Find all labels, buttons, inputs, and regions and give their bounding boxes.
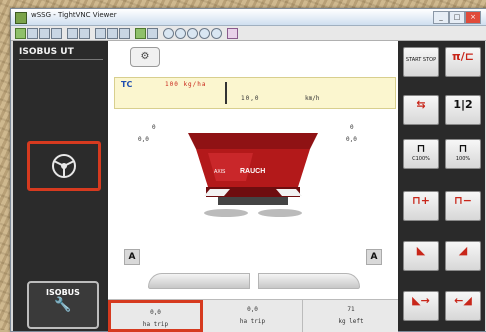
zoom-in-icon[interactable] xyxy=(163,28,174,39)
section-softkey[interactable]: ⇆ xyxy=(403,95,439,125)
left-spread-pattern xyxy=(148,273,250,289)
softkey-panel: START STOP π/⊏ ⇆ 1|2 ⊓ C100% ⊓ 100% ⊓+ ⊓… xyxy=(401,41,485,331)
zoom-out-icon[interactable] xyxy=(175,28,186,39)
border-left-icon: ⊓ xyxy=(416,142,426,155)
rate-minus-softkey[interactable]: ⊓− xyxy=(445,191,481,221)
start-stop-softkey[interactable]: START STOP xyxy=(403,47,439,77)
steering-wheel-icon xyxy=(52,154,76,178)
shift-left-softkey[interactable]: ◣→ xyxy=(403,291,439,321)
spreader-main-view: ⚙ TC 100 kg/ha 10,0 km/h 0 0,0 0 0,0 RAU… xyxy=(108,41,398,332)
ctrl-alt-del-icon[interactable] xyxy=(95,28,106,39)
shift-right-softkey[interactable]: ←◢ xyxy=(445,291,481,321)
isobus-settings-button[interactable]: ISOBUS 🔧 xyxy=(27,281,99,329)
zoom-fit-icon[interactable] xyxy=(199,28,210,39)
counter-bar: 0,0 ha trip 0,0 ha trip 71 kg left xyxy=(108,299,398,332)
new-connection-icon[interactable] xyxy=(15,28,26,39)
remaining-counter[interactable]: 71 kg left xyxy=(302,300,399,332)
mask-select-button[interactable] xyxy=(27,141,101,191)
close-button[interactable]: × xyxy=(465,11,481,24)
right-spread-pattern xyxy=(258,273,360,289)
alt-icon[interactable] xyxy=(119,28,130,39)
spreader-model: RAUCH xyxy=(240,168,265,175)
ctrl-icon[interactable] xyxy=(107,28,118,39)
right-readout-bottom: 0,0 xyxy=(346,136,357,143)
softkey-label: 100% xyxy=(455,156,471,162)
plus-left-icon: ⊓+ xyxy=(412,194,430,207)
panel-title: ISOBUS UT xyxy=(19,47,74,57)
right-rate-mode: A xyxy=(366,249,382,265)
counter-value: 0,0 xyxy=(247,306,258,313)
tc-divider xyxy=(225,82,227,104)
trip-counter-1[interactable]: 0,0 ha trip xyxy=(108,300,203,332)
ramp-right-softkey[interactable]: ◢ xyxy=(445,241,481,271)
divider xyxy=(19,59,103,60)
counter-value: 71 xyxy=(347,306,355,313)
1-2-icon: 1|2 xyxy=(453,98,473,111)
application-rate: 100 kg/ha xyxy=(165,81,207,88)
minimize-button[interactable]: _ xyxy=(433,11,449,24)
left-panel: ISOBUS UT ISOBUS 🔧 xyxy=(13,41,105,331)
speed-unit: km/h xyxy=(305,95,320,102)
spreader-graphic: RAUCH AXIS xyxy=(188,133,318,217)
zoom-auto-icon[interactable] xyxy=(211,28,222,39)
softkey-label: START STOP xyxy=(405,57,437,63)
info-icon[interactable] xyxy=(51,28,62,39)
spreader-disc-icon[interactable]: ⚙ xyxy=(130,47,160,67)
section-icon: ⇆ xyxy=(416,98,426,111)
fullscreen-icon[interactable] xyxy=(227,28,238,39)
ramp-left-softkey[interactable]: ◣ xyxy=(403,241,439,271)
zoom-100-icon[interactable] xyxy=(187,28,198,39)
refresh-icon[interactable] xyxy=(79,28,90,39)
counter-label: ha trip xyxy=(239,318,266,325)
maximize-button[interactable]: □ xyxy=(449,11,465,24)
task-controller-strip: TC 100 kg/ha 10,0 km/h xyxy=(114,77,396,109)
window-icon[interactable] xyxy=(147,28,158,39)
border-left-softkey[interactable]: ⊓ C100% xyxy=(403,139,439,169)
ramp-left-icon: ◣ xyxy=(416,244,426,257)
window-title: wSSG - TightVNC Viewer xyxy=(31,11,117,19)
pause-icon[interactable] xyxy=(67,28,78,39)
counter-label: ha trip xyxy=(142,321,169,328)
counter-label: kg left xyxy=(338,318,364,325)
border-right-softkey[interactable]: ⊓ 100% xyxy=(445,139,481,169)
right-readout-top: 0 xyxy=(350,124,354,131)
app-icon xyxy=(15,12,27,24)
rate-plus-softkey[interactable]: ⊓+ xyxy=(403,191,439,221)
trip-counter-2[interactable]: 0,0 ha trip xyxy=(205,300,300,332)
arrow-right-icon: ←◢ xyxy=(454,294,472,307)
left-rate-mode: A xyxy=(124,249,140,265)
isobus-terminal-screen: ISOBUS UT ISOBUS 🔧 ⚙ TC 100 kg/ha 10,0 k… xyxy=(13,41,485,332)
tramline-icon: π/⊏ xyxy=(452,50,474,63)
half-width-softkey[interactable]: 1|2 xyxy=(445,95,481,125)
spreader-brand: AXIS xyxy=(214,169,226,175)
border-right-icon: ⊓ xyxy=(458,142,468,155)
save-icon[interactable] xyxy=(27,28,38,39)
wrench-icon: 🔧 xyxy=(54,297,72,313)
vnc-window: wSSG - TightVNC Viewer _ □ × ISOBUS UT I… xyxy=(10,8,486,332)
softkey-label: C100% xyxy=(412,156,430,162)
left-readout-bottom: 0,0 xyxy=(138,136,149,143)
title-bar[interactable]: wSSG - TightVNC Viewer _ □ × xyxy=(11,9,486,26)
left-readout-top: 0 xyxy=(152,124,156,131)
speed-value: 10,0 xyxy=(241,95,260,102)
counter-value: 0,0 xyxy=(150,309,161,316)
tc-label: TC xyxy=(121,80,133,89)
minus-right-icon: ⊓− xyxy=(454,194,472,207)
transfer-icon[interactable] xyxy=(135,28,146,39)
isobus-button-label: ISOBUS xyxy=(46,288,80,297)
arrow-left-icon: ◣→ xyxy=(412,294,430,307)
vnc-toolbar xyxy=(11,26,486,41)
tramline-softkey[interactable]: π/⊏ xyxy=(445,47,481,77)
options-icon[interactable] xyxy=(39,28,50,39)
ramp-right-icon: ◢ xyxy=(458,244,468,257)
